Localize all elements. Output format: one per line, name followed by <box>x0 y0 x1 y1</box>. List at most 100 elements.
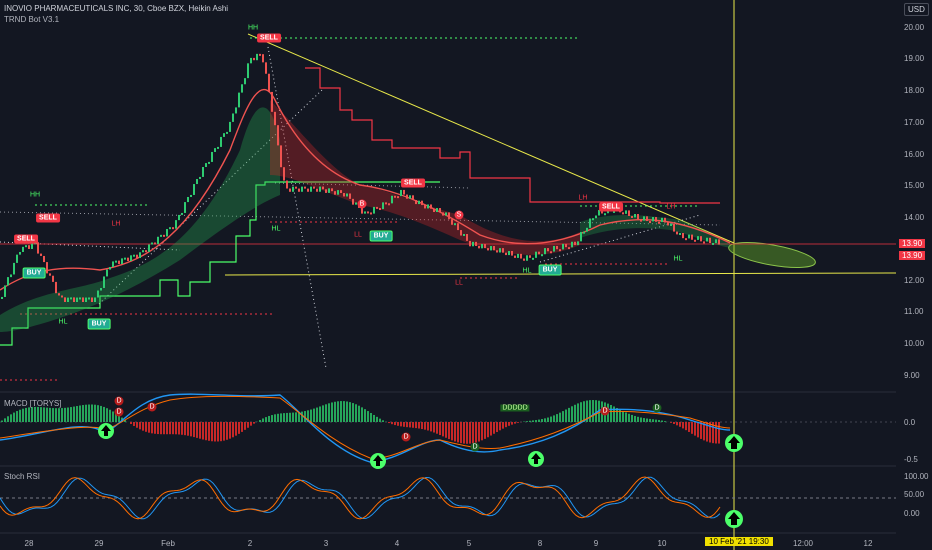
candle <box>595 215 597 219</box>
candle <box>577 241 579 246</box>
swing-label: HL <box>673 255 683 263</box>
sell-dot: S <box>454 210 464 220</box>
histogram-bar <box>571 406 573 422</box>
histogram-bar <box>55 408 57 422</box>
histogram-bar <box>511 422 513 425</box>
candle <box>160 234 162 237</box>
candle <box>292 186 294 192</box>
histogram-bar <box>28 407 30 422</box>
time-tick: 4 <box>394 539 400 548</box>
histogram-bar <box>664 421 666 422</box>
price-tick: 9.00 <box>904 371 920 380</box>
histogram-bar <box>262 418 264 422</box>
histogram-bar <box>709 422 711 443</box>
candle <box>424 205 426 209</box>
candle <box>142 250 144 253</box>
candle <box>268 73 270 92</box>
candle <box>478 245 480 249</box>
sell-signal[interactable]: SELL <box>14 234 38 244</box>
time-tick: 12 <box>863 539 873 548</box>
sell-signal[interactable]: SELL <box>401 178 425 188</box>
resistance-stop <box>305 67 720 204</box>
macd-div-dot: D <box>470 442 480 452</box>
histogram-bar <box>145 422 147 432</box>
swing-label: HL <box>58 318 68 326</box>
candle <box>10 274 12 278</box>
candle <box>676 231 678 235</box>
histogram-bar <box>193 422 195 438</box>
candle <box>463 233 465 236</box>
histogram-bar <box>232 422 234 438</box>
candle <box>148 244 150 252</box>
histogram-bar <box>292 412 294 422</box>
histogram-bar <box>151 422 153 434</box>
candle <box>658 221 660 224</box>
candle <box>178 214 180 221</box>
candle <box>427 204 429 209</box>
time-tick: 10 <box>657 539 667 548</box>
stoch-rsi-title[interactable]: Stoch RSI <box>4 472 40 481</box>
buy-signal[interactable]: BUY <box>22 267 46 279</box>
candle <box>514 255 516 258</box>
candle <box>535 251 537 258</box>
candle <box>667 222 669 226</box>
candle <box>637 214 639 220</box>
histogram-bar <box>700 422 702 439</box>
candle <box>430 204 432 209</box>
histogram-bar <box>133 422 135 426</box>
candle <box>694 239 696 242</box>
candle <box>679 233 681 236</box>
candle <box>508 250 510 256</box>
histogram-bar <box>358 405 360 422</box>
histogram-bar <box>343 401 345 422</box>
histogram-bar <box>646 418 648 422</box>
candle <box>136 254 138 258</box>
candle <box>226 131 228 134</box>
buy-signal[interactable]: BUY <box>369 230 393 242</box>
candle <box>454 223 456 226</box>
histogram-bar <box>670 422 672 423</box>
sell-signal[interactable]: SELL <box>257 33 281 43</box>
buy-signal[interactable]: BUY <box>538 264 562 276</box>
candle <box>130 255 132 261</box>
candle <box>181 212 183 215</box>
candle <box>280 145 282 168</box>
buy-signal[interactable]: BUY <box>87 318 111 330</box>
candle <box>673 224 675 232</box>
candle <box>25 245 27 248</box>
candle <box>466 233 468 241</box>
candle <box>394 195 396 198</box>
swing-label: LL <box>455 279 463 287</box>
candle <box>562 243 564 250</box>
candle <box>232 113 234 122</box>
histogram-bar <box>691 422 693 434</box>
candle <box>709 237 711 244</box>
sell-signal[interactable]: SELL <box>599 202 623 212</box>
candle <box>244 78 246 85</box>
candle <box>76 297 78 302</box>
candle <box>580 232 582 242</box>
price-axis[interactable]: 20.00 19.00 18.00 17.00 16.00 15.00 14.0… <box>896 0 932 550</box>
candle <box>604 213 606 216</box>
histogram-bar <box>553 415 555 422</box>
sell-signal[interactable]: SELL <box>36 213 60 223</box>
candle <box>433 208 435 213</box>
histogram-bar <box>493 422 495 434</box>
arrow-up-icon <box>370 453 386 469</box>
price-chart[interactable] <box>0 0 896 550</box>
histogram-bar <box>247 422 249 428</box>
histogram-bar <box>373 414 375 422</box>
candle <box>409 195 411 199</box>
last-price-label: 13.90 <box>899 251 926 260</box>
candle <box>340 190 342 194</box>
candle <box>55 281 57 294</box>
histogram-bar <box>268 415 270 422</box>
histogram-bar <box>313 408 315 422</box>
candle <box>469 240 471 247</box>
trend-line <box>247 33 735 244</box>
candle <box>214 148 216 152</box>
candle <box>208 161 210 164</box>
candle <box>124 257 126 260</box>
price-tick: 17.00 <box>904 118 925 127</box>
macd-title[interactable]: MACD [TORYS] <box>4 399 62 408</box>
